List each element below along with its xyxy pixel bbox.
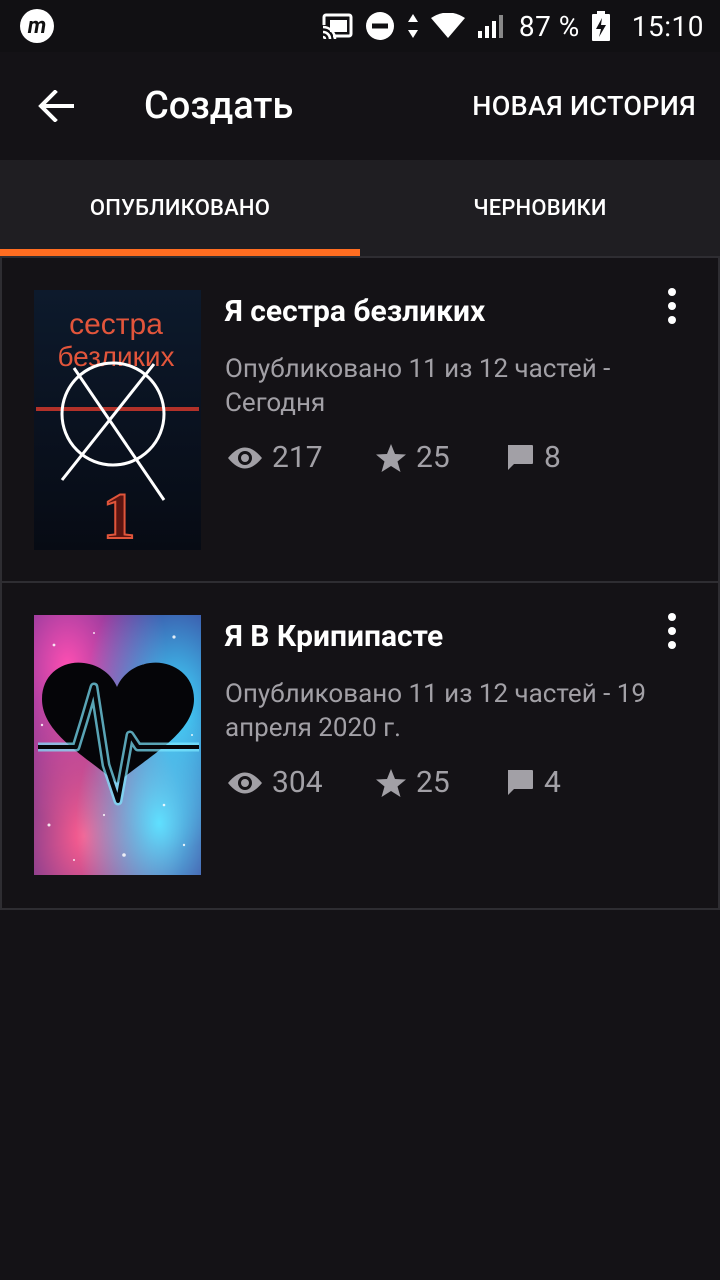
tab-bar: ОПУБЛИКОВАНО ЧЕРНОВИКИ [0,160,720,256]
wifi-icon [430,13,465,38]
cover-image [34,615,201,875]
more-options-button[interactable] [652,611,692,651]
app-notification-icon: m [20,9,54,43]
views-stat: 304 [227,765,375,800]
views-stat: 217 [227,440,375,475]
votes-count: 25 [416,765,450,800]
arrow-left-icon [38,90,74,122]
story-meta: Опубликовано 11 из 12 частей - 19 апреля… [225,679,647,743]
dot-icon [668,316,676,324]
votes-count: 25 [416,440,450,475]
new-story-button[interactable]: НОВАЯ ИСТОРИЯ [472,52,696,160]
star-icon [376,443,406,472]
status-bar: m 87 % 15:10 [0,0,720,52]
story-stats: 304 25 4 [227,765,561,800]
data-arrows-icon [407,14,418,38]
dot-icon [668,302,676,310]
app-bar: Создать НОВАЯ ИСТОРИЯ [0,52,720,160]
comments-stat: 8 [505,440,561,475]
back-button[interactable] [0,52,112,160]
cover-title-line1: сестра [69,308,163,341]
eye-icon [228,772,262,793]
views-count: 217 [272,440,323,475]
battery-percent: 87 % [518,9,580,43]
dot-icon [668,613,676,621]
views-count: 304 [272,765,323,800]
more-options-button[interactable] [652,286,692,326]
story-stats: 217 25 8 [227,440,561,475]
votes-stat: 25 [375,765,505,800]
comments-stat: 4 [505,765,561,800]
dot-icon [668,641,676,649]
story-card[interactable]: Я В Крипипасте Опубликовано 11 из 12 час… [0,583,720,910]
cover-number: 1 [103,480,136,550]
story-title[interactable]: Я сестра безликих [225,294,485,329]
clock: 15:10 [631,9,704,43]
story-list: сестра безликих 1 Я сестра безликих Опуб… [0,256,720,910]
story-cover[interactable]: сестра безликих 1 [34,290,201,550]
story-card[interactable]: сестра безликих 1 Я сестра безликих Опуб… [0,256,720,583]
signal-icon [477,15,503,38]
comment-icon [508,444,533,470]
cast-icon [320,13,353,39]
comments-count: 8 [544,440,561,475]
comments-count: 4 [544,765,561,800]
story-cover[interactable] [34,615,201,875]
cover-image: сестра безликих 1 [34,290,201,550]
comment-icon [508,769,533,795]
dot-icon [668,627,676,635]
story-meta: Опубликовано 11 из 12 частей - Сегодня [225,354,611,418]
tab-drafts[interactable]: ЧЕРНОВИКИ [360,160,720,256]
eye-icon [228,447,262,468]
app-icon-letter: m [27,13,47,39]
page-title: Создать [144,84,294,128]
status-icons: 87 % 15:10 [320,9,704,43]
votes-stat: 25 [375,440,505,475]
star-icon [376,768,406,797]
do-not-disturb-icon [365,12,394,40]
battery-charging-icon [591,11,610,41]
dot-icon [668,288,676,296]
story-title[interactable]: Я В Крипипасте [225,619,443,654]
tab-published[interactable]: ОПУБЛИКОВАНО [0,160,360,256]
